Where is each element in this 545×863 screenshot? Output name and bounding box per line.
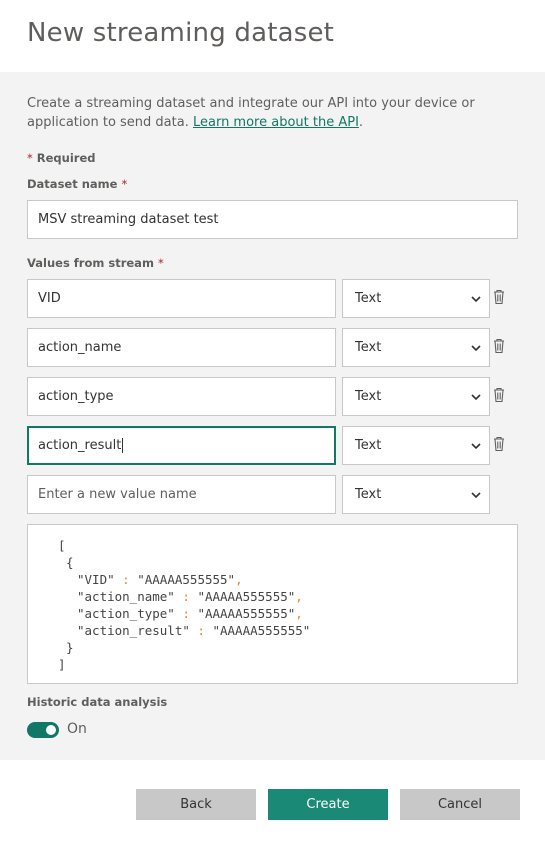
json-comma: , [295,606,303,621]
values-from-stream-label-text: Values from stream [27,256,154,270]
dataset-name-required-star: * [121,177,128,191]
required-note: * Required [27,151,95,165]
learn-more-link[interactable]: Learn more about the API [193,115,359,130]
value-name-input-focused[interactable]: action_result [27,426,336,465]
json-line: "action_name" : "AAAAA555555", [77,588,303,605]
required-text: Required [32,151,96,165]
json-key: "action_name" [77,589,175,604]
description-end: . [358,115,364,130]
dataset-name-label-text: Dataset name [27,177,118,191]
value-type-selected: Text [355,340,382,355]
value-name-text: action_result [38,438,122,453]
chevron-down-icon [471,295,481,302]
json-value: "AAAAA555555" [212,623,311,638]
value-type-select[interactable]: Text [342,426,490,465]
description: Create a streaming dataset and integrate… [27,94,507,132]
create-button[interactable]: Create [268,789,388,820]
json-comma: , [295,589,303,604]
chevron-down-icon [471,393,481,400]
text-caret [122,438,124,453]
json-value: "AAAAA555555" [197,606,296,621]
dialog-title: New streaming dataset [27,18,335,48]
historic-data-label: Historic data analysis [27,695,168,709]
historic-data-toggle[interactable] [27,722,59,738]
json-colon: : [197,623,205,638]
json-key: "action_result" [77,623,190,638]
new-value-type-select[interactable]: Text [342,475,490,514]
json-value: "AAAAA555555" [197,589,296,604]
trash-icon[interactable] [492,338,506,354]
json-colon: : [122,572,130,587]
value-type-selected: Text [355,487,382,502]
chevron-down-icon [471,491,481,498]
json-preview[interactable]: [ { "VID" : "AAAAA555555", "action_name"… [27,524,518,684]
value-type-selected: Text [355,389,382,404]
trash-icon[interactable] [492,387,506,403]
json-open-bracket: [ [58,538,66,553]
chevron-down-icon [471,442,481,449]
json-key: "action_type" [77,606,175,621]
value-name-input[interactable]: action_name [27,328,336,367]
json-line: "VID" : "AAAAA555555", [77,571,243,588]
trash-icon[interactable] [492,436,506,452]
value-type-select[interactable]: Text [342,377,490,416]
value-type-select[interactable]: Text [342,279,490,318]
toggle-knob [46,725,56,735]
value-type-selected: Text [355,291,382,306]
trash-icon[interactable] [492,289,506,305]
new-value-input[interactable]: Enter a new value name [27,475,336,514]
json-close-brace: } [66,640,74,655]
json-close-bracket: ] [58,657,66,672]
chevron-down-icon [471,344,481,351]
json-line: "action_result" : "AAAAA555555" [77,622,310,639]
value-name-input[interactable]: action_type [27,377,336,416]
json-colon: : [182,606,190,621]
value-type-select[interactable]: Text [342,328,490,367]
json-comma: , [235,572,243,587]
json-value: "AAAAA555555" [137,572,236,587]
values-required-star: * [157,256,164,270]
json-open-brace: { [66,555,74,570]
value-type-selected: Text [355,438,382,453]
toggle-state-label: On [67,721,87,737]
dataset-name-label: Dataset name * [27,177,127,191]
values-from-stream-label: Values from stream * [27,256,164,270]
value-name-input[interactable]: VID [27,279,336,318]
dataset-name-input[interactable]: MSV streaming dataset test [27,200,518,239]
json-key: "VID" [77,572,115,587]
json-colon: : [182,589,190,604]
cancel-button[interactable]: Cancel [400,789,520,820]
json-line: "action_type" : "AAAAA555555", [77,605,303,622]
back-button[interactable]: Back [136,789,256,820]
